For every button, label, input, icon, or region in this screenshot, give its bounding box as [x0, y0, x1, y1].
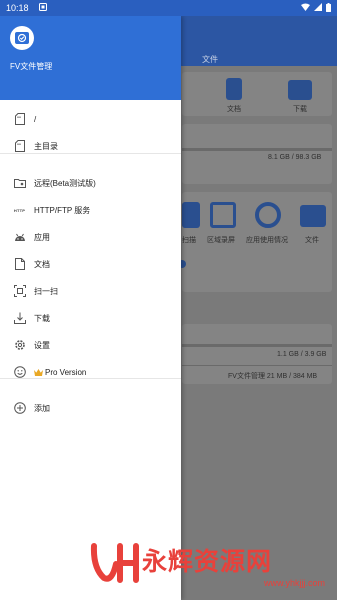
drawer-item-documents[interactable]: 文档 [0, 253, 181, 275]
drawer-item-label: 下载 [34, 313, 50, 323]
sd-card-icon [13, 140, 26, 153]
sd-card-icon [13, 113, 26, 126]
screen-record-icon [210, 202, 236, 228]
drawer-item-label: 添加 [34, 403, 50, 413]
scan-icon [13, 285, 26, 298]
drawer-item-root[interactable]: / [0, 108, 181, 130]
watermark: 永辉资源网 www.yhkjjj.com [88, 540, 328, 594]
drawer-item-label: 应用 [34, 232, 50, 242]
signal-icon [314, 3, 322, 13]
drawer-item-label: 主目录 [34, 141, 58, 151]
navigation-drawer: FV文件管理 / 主目录 远程(Beta测试版) HTTP HTTP/FTP 服… [0, 16, 181, 600]
drawer-item-label: 设置 [34, 340, 50, 350]
download-icon [13, 312, 26, 325]
drawer-header: FV文件管理 [0, 16, 181, 100]
drawer-item-label: 远程(Beta测试版) [34, 178, 96, 188]
smiley-icon [13, 366, 26, 379]
crown-icon [34, 368, 43, 376]
drawer-item-label: / [34, 114, 37, 124]
watermark-title: 永辉资源网 [142, 547, 273, 576]
status-time: 10:18 [6, 3, 29, 13]
document-icon [13, 258, 26, 271]
app-usage-icon [255, 202, 281, 228]
watermark-logo [90, 543, 139, 583]
background-tab: 文件 [202, 55, 218, 64]
drawer-item-remote[interactable]: 远程(Beta测试版) [0, 172, 181, 194]
drawer-item-apps[interactable]: 应用 [0, 226, 181, 248]
battery-icon [326, 2, 331, 14]
wifi-icon [301, 3, 310, 13]
watermark-url: www.yhkjjj.com [264, 578, 326, 588]
app-name: FV文件管理 [10, 62, 53, 71]
drawer-divider [0, 153, 181, 154]
http-icon: HTTP [13, 207, 26, 213]
app-logo [10, 26, 34, 50]
gear-icon [13, 339, 26, 352]
drawer-item-label: 文档 [34, 259, 50, 269]
drawer-item-label: 扫一扫 [34, 286, 58, 296]
drawer-item-scan[interactable]: 扫一扫 [0, 280, 181, 302]
drawer-item-label: HTTP/FTP 服务 [34, 205, 91, 215]
add-circle-icon [13, 402, 26, 415]
android-icon [13, 231, 26, 244]
drawer-item-http-ftp[interactable]: HTTP HTTP/FTP 服务 [0, 199, 181, 221]
drawer-item-settings[interactable]: 设置 [0, 334, 181, 356]
drawer-item-downloads[interactable]: 下载 [0, 307, 181, 329]
drawer-item-label: Pro Version [45, 367, 87, 377]
drawer-item-add[interactable]: 添加 [0, 397, 181, 419]
drawer-divider [0, 378, 181, 379]
status-bar: 10:18 [0, 0, 337, 16]
notification-icon [38, 3, 47, 13]
remote-folder-icon [13, 177, 26, 190]
scan-icon [182, 202, 200, 228]
folder-icon [300, 205, 326, 227]
document-icon [226, 78, 242, 100]
drawer-item-pro-version[interactable]: Pro Version [0, 361, 181, 383]
download-folder-icon [288, 80, 312, 100]
